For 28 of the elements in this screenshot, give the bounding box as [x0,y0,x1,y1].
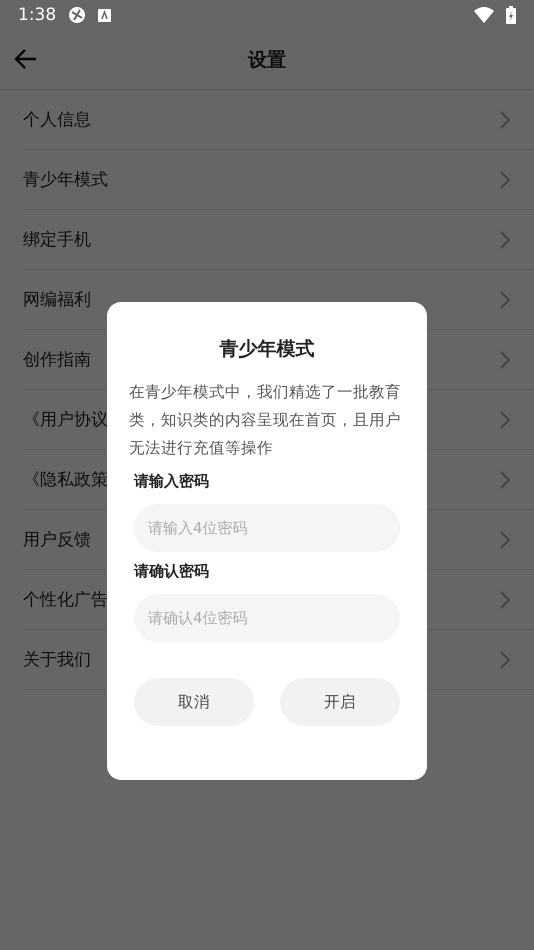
wifi-icon [474,7,494,23]
chevron-right-icon [500,110,510,128]
app-notification-icon [68,6,86,24]
chevron-right-icon [500,590,510,608]
password-field[interactable]: 请确认4位密码 [134,594,400,642]
field-label: 请输入密码 [134,472,210,491]
chevron-right-icon [500,530,510,548]
cancel-button[interactable]: 取消 [134,678,254,726]
status-time: 1:38 [18,5,56,25]
chevron-right-icon [500,290,510,308]
battery-icon [506,6,516,24]
settings-item[interactable]: 绑定手机 [23,210,534,270]
chevron-right-icon [500,470,510,488]
field-label: 请确认密码 [134,562,210,581]
settings-item[interactable]: 个人信息 [23,90,534,150]
chevron-right-icon [500,650,510,668]
confirm-button[interactable]: 开启 [280,678,400,726]
dialog-title: 青少年模式 [218,337,316,362]
settings-item[interactable]: 青少年模式 [23,150,534,210]
password-field[interactable]: 请输入4位密码 [134,504,400,552]
chevron-right-icon [500,230,510,248]
keyboard-notification-icon [98,8,112,22]
chevron-right-icon [500,350,510,368]
dialog-description: 在青少年模式中，我们精选了一批教育类，知识类的内容呈现在首页，且用户无法进行充值等操作 [129,382,402,459]
page-title: 设置 [248,48,286,72]
back-arrow-icon[interactable] [14,48,38,70]
chevron-right-icon [500,410,510,428]
chevron-right-icon [500,170,510,188]
